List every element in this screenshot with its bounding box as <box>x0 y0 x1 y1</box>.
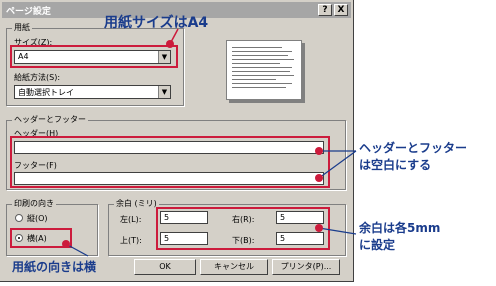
margins-callout-line2: に設定 <box>359 238 396 252</box>
callout-dot <box>315 224 323 232</box>
callout-dot <box>315 174 323 182</box>
margins-callout-line1: 余白は各5mm <box>359 221 441 235</box>
paper-size-callout: 用紙サイズはA4 <box>104 15 208 32</box>
orientation-callout-text: 用紙の向きは横 <box>12 260 97 274</box>
header-footer-callout: ヘッダーとフッター は空白にする <box>359 140 467 174</box>
callout-dot <box>166 40 174 48</box>
margins-callout: 余白は各5mm に設定 <box>359 220 440 254</box>
callout-dot <box>315 147 323 155</box>
paper-size-callout-text: 用紙サイズはA4 <box>104 15 209 31</box>
header-footer-callout-line2: は空白にする <box>359 158 432 172</box>
orientation-callout: 用紙の向きは横 <box>12 259 96 276</box>
header-footer-callout-line1: ヘッダーとフッター <box>359 141 468 155</box>
callout-dot <box>62 240 70 248</box>
